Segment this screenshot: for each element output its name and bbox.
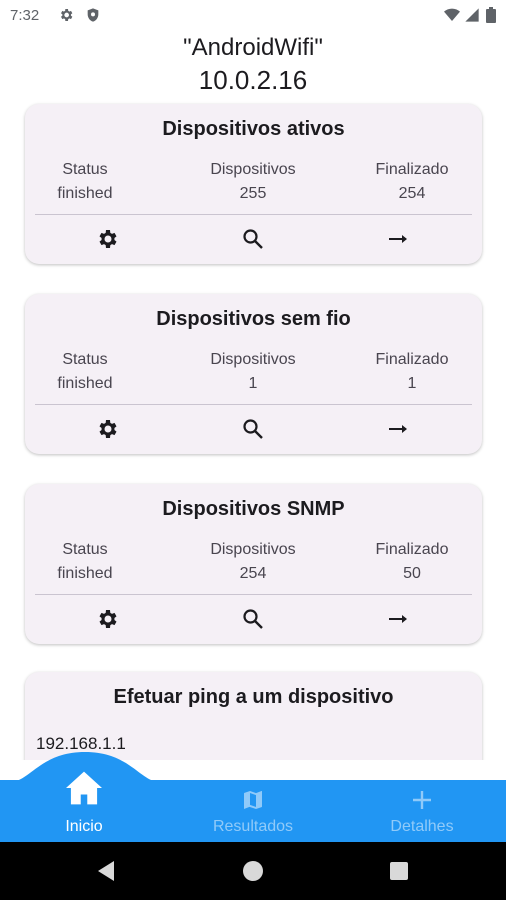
stat-label: Finalizado: [375, 161, 449, 178]
settings-button[interactable]: [87, 222, 127, 256]
stat-devices: Dispositivos 254: [183, 538, 323, 586]
stat-value: finished: [57, 375, 113, 392]
circle-home-icon: [243, 861, 263, 881]
square-recents-icon: [390, 862, 408, 880]
stat-label: Status: [62, 161, 108, 178]
gear-icon: [99, 230, 117, 248]
stat-label: Finalizado: [375, 351, 449, 368]
open-button[interactable]: [379, 602, 419, 636]
settings-button[interactable]: [87, 602, 127, 636]
nav-item-inicio[interactable]: Inicio: [0, 771, 168, 842]
stat-value: 50: [403, 565, 421, 582]
ping-ip-input[interactable]: 192.168.1.1: [36, 734, 126, 754]
signal-icon: [464, 7, 480, 23]
nav-label: Resultados: [212, 818, 294, 835]
stat-label: Status: [62, 351, 108, 368]
search-icon: [243, 609, 263, 629]
map-icon: [169, 788, 337, 812]
search-button[interactable]: [233, 412, 273, 446]
wifi-icon: [444, 7, 460, 23]
card-title: Dispositivos sem fio: [156, 308, 351, 330]
stat-label: Dispositivos: [210, 541, 296, 558]
status-bar: 7:32: [0, 0, 506, 32]
nav-item-detalhes[interactable]: Detalhes: [338, 780, 506, 842]
home-system-button[interactable]: [240, 858, 266, 884]
stat-value: 254: [398, 185, 426, 202]
arrow-right-icon: [389, 425, 407, 433]
arrow-right-icon: [389, 235, 407, 243]
shield-icon: [85, 7, 101, 23]
stat-label: Dispositivos: [210, 161, 296, 178]
stat-value: 255: [239, 185, 267, 202]
search-button[interactable]: [233, 222, 273, 256]
card-title: Dispositivos SNMP: [162, 498, 345, 520]
arrow-right-icon: [389, 615, 407, 623]
stat-value: 1: [407, 375, 417, 392]
stat-status: Status finished: [35, 348, 135, 396]
gear-icon: [99, 610, 117, 628]
divider: [35, 404, 472, 405]
stat-value: finished: [57, 565, 113, 582]
device-ip: 10.0.2.16: [198, 65, 308, 95]
card-title: Efetuar ping a um dispositivo: [113, 686, 394, 708]
nav-label: Detalhes: [390, 818, 454, 835]
search-button[interactable]: [233, 602, 273, 636]
status-time: 7:32: [10, 7, 40, 24]
open-button[interactable]: [379, 222, 419, 256]
recents-button[interactable]: [386, 858, 412, 884]
header: "AndroidWifi" 10.0.2.16: [0, 32, 506, 96]
stat-value: 254: [239, 565, 267, 582]
card-active-devices: Dispositivos ativos Status finished Disp…: [25, 104, 482, 264]
search-icon: [243, 229, 263, 249]
nav-item-resultados[interactable]: Resultados: [169, 780, 337, 842]
back-icon: [98, 861, 114, 881]
open-button[interactable]: [379, 412, 419, 446]
card-title: Dispositivos ativos: [162, 118, 345, 140]
stat-value: finished: [57, 185, 113, 202]
stat-devices: Dispositivos 255: [183, 158, 323, 206]
nav-label: Inicio: [65, 818, 103, 835]
system-nav-bar: [0, 842, 506, 900]
divider: [35, 594, 472, 595]
card-snmp-devices: Dispositivos SNMP Status finished Dispos…: [25, 484, 482, 644]
search-icon: [243, 419, 263, 439]
stat-finished: Finalizado 1: [362, 348, 462, 396]
back-button[interactable]: [93, 858, 119, 884]
stat-finished: Finalizado 50: [362, 538, 462, 586]
bottom-nav: Inicio Resultados Detalhes: [0, 771, 506, 842]
stat-label: Dispositivos: [210, 351, 296, 368]
network-ssid: "AndroidWifi": [183, 34, 323, 61]
stat-status: Status finished: [35, 538, 135, 586]
stat-devices: Dispositivos 1: [183, 348, 323, 396]
settings-icon: [58, 7, 74, 23]
stat-finished: Finalizado 254: [362, 158, 462, 206]
card-wireless-devices: Dispositivos sem fio Status finished Dis…: [25, 294, 482, 454]
stat-status: Status finished: [35, 158, 135, 206]
stat-label: Finalizado: [375, 541, 449, 558]
stat-value: 1: [248, 375, 258, 392]
divider: [35, 214, 472, 215]
stat-label: Status: [62, 541, 108, 558]
settings-button[interactable]: [87, 412, 127, 446]
plus-icon: [338, 788, 506, 812]
home-icon: [0, 770, 168, 806]
gear-icon: [99, 420, 117, 438]
battery-icon: [486, 7, 496, 23]
